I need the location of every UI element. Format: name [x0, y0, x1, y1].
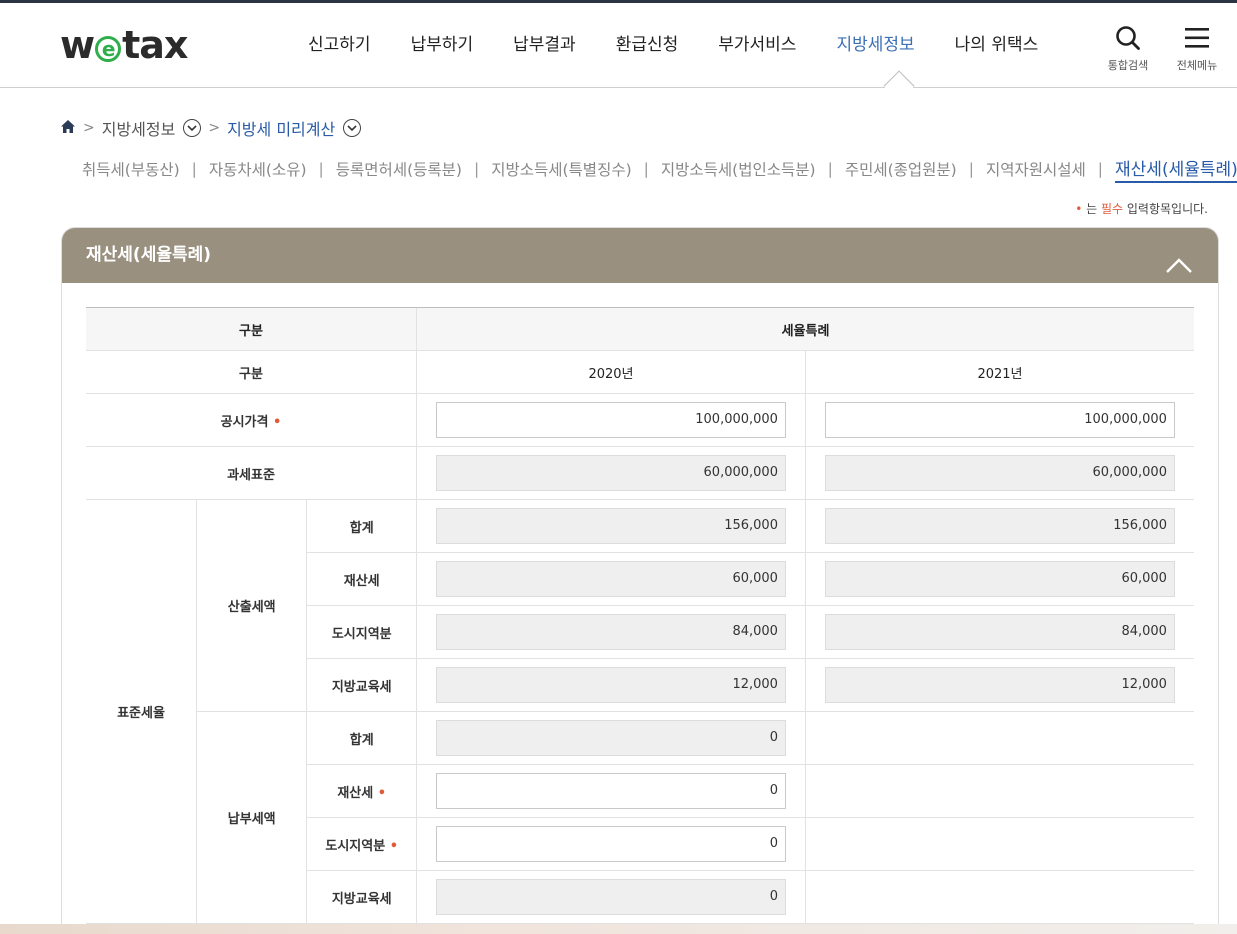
- integrated-search-button[interactable]: 통합검색: [1106, 25, 1150, 73]
- menu-label: 전체메뉴: [1176, 59, 1218, 72]
- required-note-prefix: 는: [1086, 202, 1101, 216]
- pay-education-2020-value: 0: [435, 879, 786, 915]
- pay-education-label: 지방교육세: [306, 870, 417, 924]
- required-field-note: • 는 필수 입력항목입니다.: [1075, 200, 1208, 217]
- calculator-panel: 재산세(세율특례) 구분 세율특례 구분 2020년 2021년 공시가격 • …: [61, 227, 1219, 934]
- table-header-row: 구분 세율특례: [86, 307, 1194, 351]
- search-label: 통합검색: [1107, 59, 1149, 72]
- breadcrumb-separator: >: [208, 120, 221, 136]
- tax-base-2020-value: 60,000,000: [435, 455, 786, 491]
- pay-total-2020-value: 0: [435, 720, 786, 756]
- tax-base-2021-value: 60,000,000: [824, 455, 1175, 491]
- tab-divider: |: [318, 160, 324, 178]
- chevron-down-icon[interactable]: [183, 119, 202, 137]
- breadcrumb: > 지방세정보 > 지방세 미리계산: [60, 116, 362, 140]
- tab-divider: |: [968, 160, 974, 178]
- panel-title: 재산세(세율특례): [86, 245, 212, 265]
- calc-education-label: 지방교육세: [306, 658, 417, 712]
- tab-registration-tax[interactable]: 등록면허세(등록분): [336, 158, 462, 180]
- breadcrumb-separator: >: [83, 120, 95, 136]
- site-header: w e tax 신고하기 납부하기 납부결과 환급신청 부가서비스 지방세정보 나의…: [0, 3, 1237, 88]
- tab-divider: |: [1097, 160, 1104, 178]
- table-row-tax-base: 과세표준 60,000,000 60,000,000: [86, 446, 1194, 500]
- table-row-calc-total: 표준세율 산출세액 합계 156,000 156,000: [86, 499, 1194, 924]
- year-2020: 2020년: [415, 350, 806, 394]
- breadcrumb-level1[interactable]: 지방세정보: [102, 116, 176, 140]
- pay-total-label: 합계: [306, 711, 417, 765]
- tab-divider: |: [643, 160, 649, 178]
- header-category: 구분: [86, 307, 417, 351]
- breadcrumb-level2[interactable]: 지방세 미리계산: [227, 116, 335, 140]
- required-marker: •: [1075, 202, 1083, 216]
- search-icon: [1106, 25, 1150, 51]
- tab-divider: |: [473, 160, 480, 178]
- tab-vehicle-tax[interactable]: 자동차세(소유): [209, 158, 307, 180]
- property-tax-table: 구분 세율특례 구분 2020년 2021년 공시가격 • 100,000,00…: [86, 307, 1194, 924]
- sub-category-label: 구분: [86, 350, 417, 394]
- main-navigation: 신고하기 납부하기 납부결과 환급신청 부가서비스 지방세정보 나의 위택스: [288, 31, 1058, 59]
- tax-base-label: 과세표준: [86, 446, 417, 500]
- calc-property-2021-value: 60,000: [824, 561, 1175, 597]
- public-price-label: 공시가격 •: [86, 393, 417, 447]
- calc-city-2021-value: 84,000: [824, 614, 1175, 650]
- pay-property-2020-input[interactable]: 0: [435, 773, 786, 809]
- year-2021: 2021년: [804, 350, 1194, 394]
- home-icon[interactable]: [60, 119, 76, 138]
- table-row-public-price: 공시가격 • 100,000,000 100,000,000: [86, 393, 1194, 447]
- tab-divider: |: [191, 160, 197, 178]
- tax-type-tabs: 취득세(부동산) | 자동차세(소유) | 등록면허세(등록분) | 지방소득세…: [82, 155, 1237, 183]
- chevron-up-icon[interactable]: [1164, 244, 1194, 273]
- hamburger-icon: [1173, 25, 1221, 51]
- calculated-tax-label: 산출세액: [195, 499, 307, 712]
- public-price-2021-input[interactable]: 100,000,000: [824, 402, 1175, 438]
- public-price-2020-input[interactable]: 100,000,000: [435, 402, 786, 438]
- calc-education-2020-value: 12,000: [435, 667, 786, 703]
- nav-item-refund[interactable]: 환급신청: [596, 31, 699, 59]
- nav-item-report[interactable]: 신고하기: [288, 31, 391, 59]
- required-note-suffix: 입력항목입니다.: [1123, 202, 1208, 216]
- table-row-pay-total: 납부세액 합계 0: [86, 711, 1194, 924]
- pay-city-2020-input[interactable]: 0: [435, 826, 786, 862]
- tab-regional-resource-tax[interactable]: 지역자원시설세: [986, 158, 1086, 180]
- pay-property-label: 재산세 •: [306, 764, 417, 818]
- calc-property-2020-value: 60,000: [435, 561, 786, 597]
- chevron-down-icon[interactable]: [343, 119, 362, 137]
- tab-resident-tax[interactable]: 주민세(종업원분): [845, 158, 957, 180]
- nav-item-pay[interactable]: 납부하기: [391, 31, 494, 59]
- nav-item-extra-services[interactable]: 부가서비스: [698, 31, 816, 59]
- payable-tax-label: 납부세액: [195, 711, 307, 924]
- nav-item-pay-result[interactable]: 납부결과: [493, 31, 596, 59]
- pay-city-label: 도시지역분 •: [306, 817, 417, 871]
- header-special-rate: 세율특례: [415, 307, 1194, 351]
- nav-item-local-tax-info[interactable]: 지방세정보: [816, 31, 934, 59]
- calc-city-label: 도시지역분: [306, 605, 417, 659]
- calc-education-2021-value: 12,000: [824, 667, 1175, 703]
- tab-acquisition-tax[interactable]: 취득세(부동산): [82, 158, 180, 180]
- calc-property-label: 재산세: [306, 552, 417, 606]
- panel-header: 재산세(세율특례): [62, 228, 1218, 283]
- nav-item-my-wetax[interactable]: 나의 위택스: [935, 31, 1059, 59]
- wetax-logo[interactable]: w e tax: [60, 25, 188, 65]
- all-menu-button[interactable]: 전체메뉴: [1173, 25, 1221, 73]
- tab-property-tax-special[interactable]: 재산세(세율특례): [1115, 155, 1237, 183]
- standard-rate-label: 표준세율: [86, 499, 197, 924]
- year-row: 구분 2020년 2021년: [86, 350, 1194, 394]
- calc-total-2021-value: 156,000: [824, 508, 1175, 544]
- bottom-strip: [0, 924, 1237, 934]
- required-note-strong: 필수: [1100, 202, 1124, 216]
- calc-total-2020-value: 156,000: [435, 508, 786, 544]
- calc-city-2020-value: 84,000: [435, 614, 786, 650]
- tab-local-income-tax-corporate[interactable]: 지방소득세(법인소득분): [661, 158, 816, 180]
- calc-total-label: 합계: [306, 499, 417, 553]
- tab-local-income-tax-withholding[interactable]: 지방소득세(특별징수): [491, 158, 631, 180]
- tab-divider: |: [827, 160, 833, 178]
